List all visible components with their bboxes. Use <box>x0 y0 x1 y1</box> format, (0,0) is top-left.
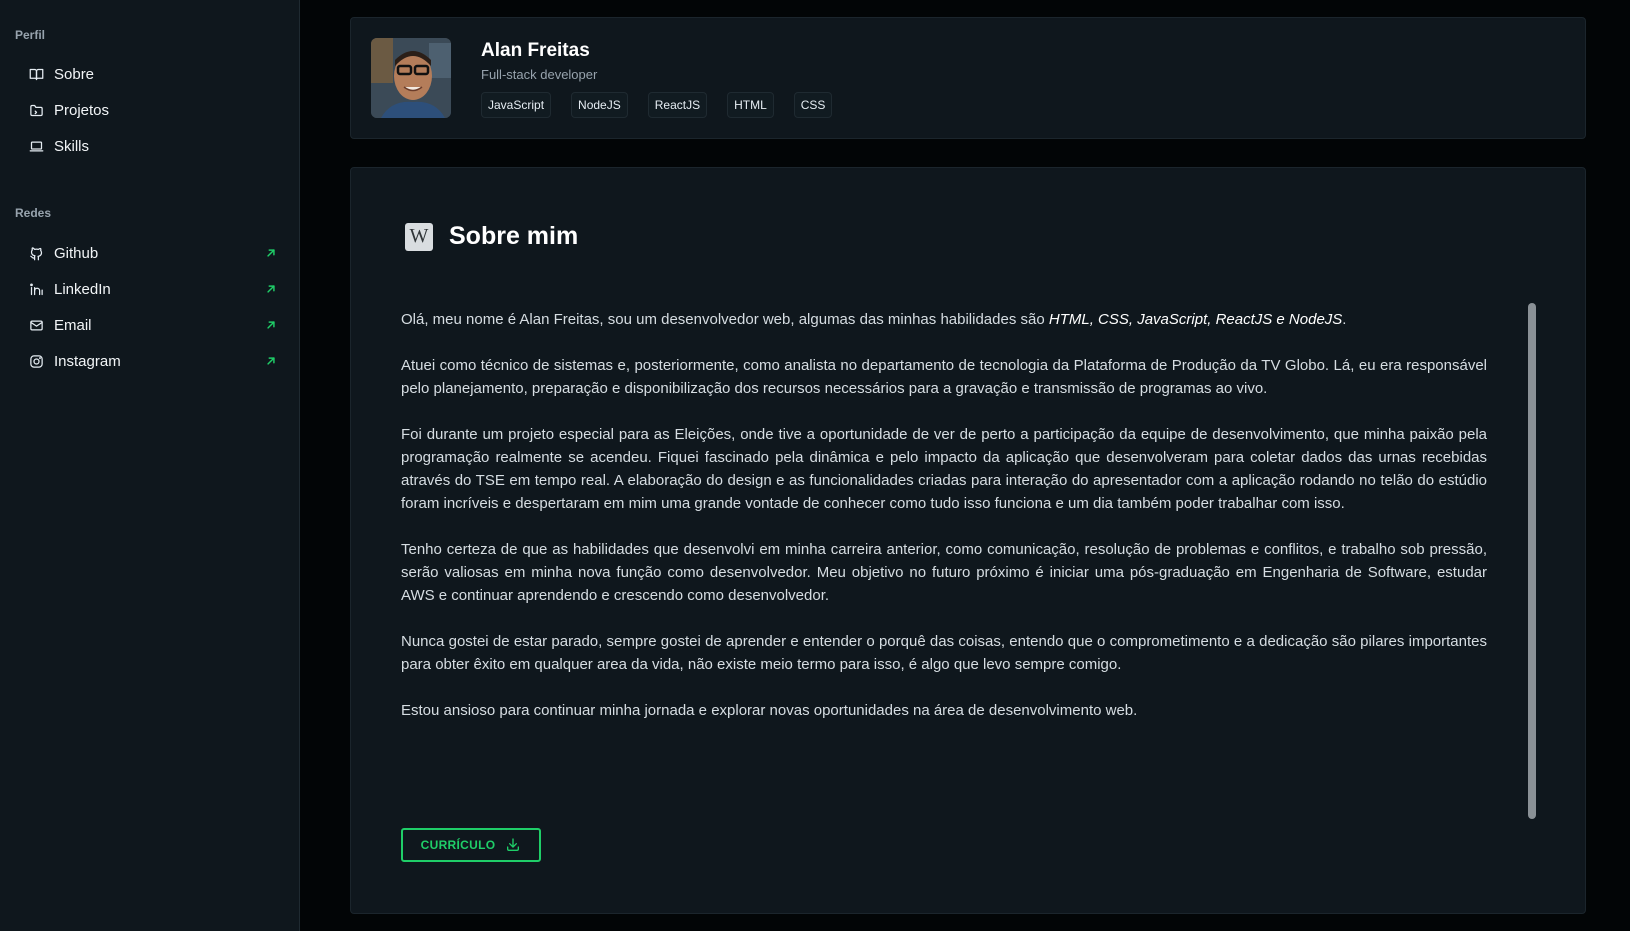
about-card: W Sobre mim Olá, meu nome é Alan Freitas… <box>350 167 1586 914</box>
arrow-up-right-icon <box>264 246 278 260</box>
sidebar-item-label: Github <box>54 244 99 262</box>
download-cv-button[interactable]: CURRÍCULO <box>401 828 541 862</box>
github-icon <box>28 245 44 261</box>
skill-tag: NodeJS <box>571 92 628 118</box>
cv-button-label: CURRÍCULO <box>420 838 496 852</box>
profile-name: Alan Freitas <box>481 40 590 61</box>
about-header: W Sobre mim <box>405 222 578 251</box>
about-paragraph: Tenho certeza de que as habilidades que … <box>401 541 1487 604</box>
about-paragraph: Olá, meu nome é Alan Freitas, sou um des… <box>401 311 1347 328</box>
profile-role: Full-stack developer <box>481 67 598 82</box>
wikipedia-icon: W <box>405 222 433 251</box>
section-title-profile: Perfil <box>15 28 46 42</box>
profile-card: Alan Freitas Full-stack developer JavaSc… <box>350 17 1586 139</box>
about-text: Olá, meu nome é Alan Freitas, sou um des… <box>401 308 1487 745</box>
arrow-up-right-icon <box>264 318 278 332</box>
sidebar-item-label: Instagram <box>54 352 121 370</box>
skill-tags: JavaScript NodeJS ReactJS HTML CSS <box>481 92 852 118</box>
book-open-icon <box>28 66 44 82</box>
about-paragraph: Atuei como técnico de sistemas e, poster… <box>401 357 1487 397</box>
instagram-icon <box>28 353 44 369</box>
sidebar: Perfil Sobre Projetos Skills Redes Githu… <box>0 0 300 931</box>
sidebar-item-github[interactable]: Github <box>28 241 278 265</box>
skill-tag: CSS <box>793 92 833 118</box>
linkedin-icon <box>28 281 44 297</box>
scrollbar[interactable] <box>1528 303 1536 819</box>
page-title: Sobre mim <box>449 222 579 250</box>
skill-tag: HTML <box>727 92 774 118</box>
sidebar-item-label: Sobre <box>54 65 95 83</box>
sidebar-item-label: Skills <box>54 137 90 155</box>
sidebar-item-instagram[interactable]: Instagram <box>28 349 278 373</box>
sidebar-item-label: Projetos <box>54 101 110 119</box>
sidebar-item-label: Email <box>54 316 92 334</box>
about-paragraph: Foi durante um projeto especial para as … <box>401 426 1487 512</box>
mail-icon <box>28 317 44 333</box>
section-title-networks: Redes <box>15 206 52 220</box>
sidebar-item-skills[interactable]: Skills <box>28 134 278 158</box>
sidebar-item-email[interactable]: Email <box>28 313 278 337</box>
sidebar-item-label: LinkedIn <box>54 280 111 298</box>
sidebar-item-sobre[interactable]: Sobre <box>28 62 278 86</box>
arrow-up-right-icon <box>264 282 278 296</box>
download-icon <box>507 838 520 851</box>
laptop-icon <box>28 138 44 154</box>
sidebar-item-projetos[interactable]: Projetos <box>28 98 278 122</box>
skills-highlight: HTML, CSS, JavaScript, ReactJS e NodeJS <box>1048 311 1343 328</box>
folder-icon <box>28 102 44 118</box>
arrow-up-right-icon <box>264 354 278 368</box>
sidebar-item-linkedin[interactable]: LinkedIn <box>28 277 278 301</box>
about-paragraph: Estou ansioso para continuar minha jorna… <box>401 702 1138 719</box>
skill-tag: JavaScript <box>481 92 552 118</box>
skill-tag: ReactJS <box>647 92 708 118</box>
about-paragraph: Nunca gostei de estar parado, sempre gos… <box>401 633 1487 673</box>
avatar <box>371 38 451 118</box>
